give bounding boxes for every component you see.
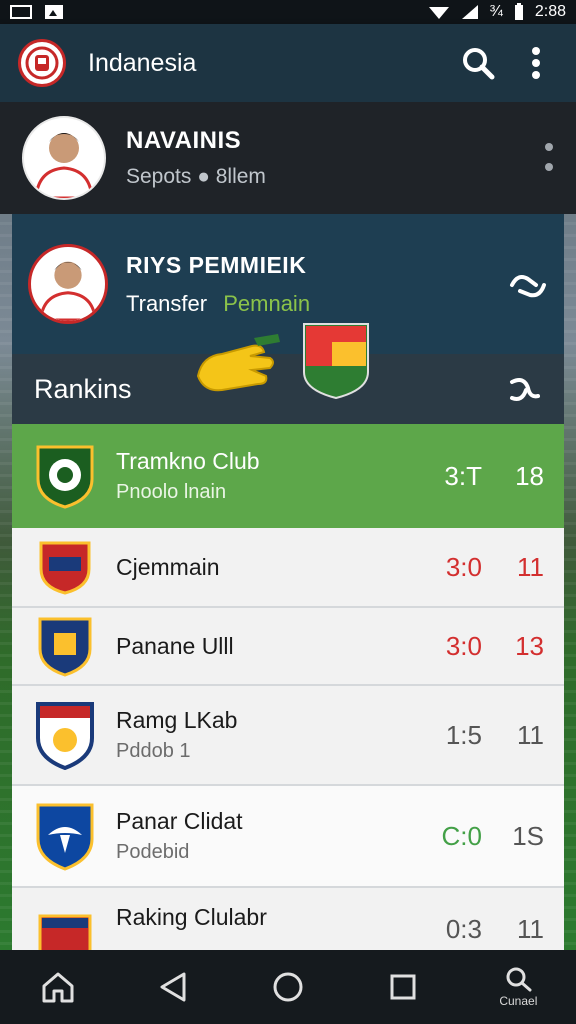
back-nav-button[interactable] xyxy=(138,957,208,1017)
recents-nav-button[interactable] xyxy=(368,957,438,1017)
profile-more-icon[interactable] xyxy=(544,141,554,175)
match-score: 3:T xyxy=(444,460,482,491)
search-button[interactable] xyxy=(456,41,500,85)
profile-name: NAVAINIS xyxy=(126,127,242,154)
home-nav-button[interactable] xyxy=(23,957,93,1017)
ranking-row[interactable]: Cjemmain 3:0 11 xyxy=(12,528,564,608)
club-points: 11 xyxy=(517,551,544,582)
club-flag-badge-icon xyxy=(303,323,369,400)
profile-avatar xyxy=(22,116,106,200)
club-points: 13 xyxy=(515,630,544,661)
club-crest-icon xyxy=(34,702,96,770)
ranking-row[interactable]: Panar Clidat Podebid C:0 1S xyxy=(12,786,564,888)
club-crest-icon xyxy=(34,615,96,677)
home-circle-icon xyxy=(273,972,303,1002)
system-nav-bar: Cunael xyxy=(0,950,576,1024)
search-icon xyxy=(463,48,495,80)
club-name: Raking Clulabr xyxy=(116,904,267,930)
app-title: Indanesia xyxy=(88,48,197,77)
ranking-row[interactable]: Ramg LKab Pddob 1 1:5 11 xyxy=(12,686,564,786)
ranking-row[interactable]: Tramkno Club Pnoolo lnain 3:T 18 xyxy=(12,424,564,528)
media-notification-icon xyxy=(45,5,63,19)
club-subtitle: Podebid xyxy=(116,841,190,863)
club-name: Tramkno Club xyxy=(116,448,260,474)
home-icon xyxy=(42,972,74,1003)
transfer-player-avatar xyxy=(28,244,108,324)
club-name: Cjemmain xyxy=(116,553,220,580)
rankings-list: Tramkno Club Pnoolo lnain 3:T 18 Cjemmai… xyxy=(12,424,564,958)
image-notification-icon xyxy=(10,5,32,19)
search-user-icon xyxy=(506,967,532,992)
clock: 2:88 xyxy=(534,3,566,20)
match-score: 1:5 xyxy=(445,719,482,750)
overflow-menu-button[interactable] xyxy=(514,41,558,85)
transfer-card[interactable]: RIYS PEMMIEIK Transfer Pemnain xyxy=(12,214,564,354)
club-name: Panar Clidat xyxy=(116,808,243,834)
signal-icon xyxy=(461,5,478,19)
app-bar: Indanesia xyxy=(0,24,576,102)
club-points: 1S xyxy=(512,820,544,851)
profile-card[interactable]: NAVAINIS Sepots ● 8llem xyxy=(0,102,576,214)
rankings-header: Rankins xyxy=(12,323,564,424)
club-crest-icon xyxy=(34,536,96,598)
transfer-heading: RIYS PEMMIEIK xyxy=(126,251,307,278)
club-name: Ramg LKab xyxy=(116,707,238,733)
cancel-nav-button[interactable]: Cunael xyxy=(483,957,553,1017)
battery-icon xyxy=(514,3,523,20)
match-score: 0:3 xyxy=(445,914,482,944)
ranking-row[interactable]: Panane Ulll 3:0 13 xyxy=(12,608,564,686)
rankings-title: Rankins xyxy=(34,373,132,404)
match-score: 3:0 xyxy=(445,551,482,582)
match-score: C:0 xyxy=(441,820,482,851)
back-triangle-icon xyxy=(160,972,186,1002)
club-crest-icon xyxy=(34,445,96,509)
club-points: 11 xyxy=(517,914,544,944)
profile-subtitle: Sepots ● 8llem xyxy=(126,165,266,188)
club-name: Panane Ulll xyxy=(116,632,234,659)
club-crest-icon xyxy=(34,803,96,871)
club-points: 18 xyxy=(515,460,544,491)
club-subtitle: Pddob 1 xyxy=(116,740,191,762)
link-icon[interactable] xyxy=(508,267,548,301)
cancel-label: Cunael xyxy=(499,994,538,1008)
signal-text: ¾ xyxy=(489,3,503,20)
pointing-hand-icon xyxy=(196,334,280,392)
club-subtitle: Pnoolo lnain xyxy=(116,481,227,503)
match-score: 3:0 xyxy=(445,630,482,661)
filter-link-icon[interactable] xyxy=(508,374,542,404)
more-vert-icon xyxy=(532,47,540,79)
ranking-row[interactable]: Raking Clulabr 0:3 11 xyxy=(12,888,564,958)
club-points: 11 xyxy=(517,719,544,750)
recents-square-icon xyxy=(390,974,416,1000)
status-bar: ¾ 2:88 xyxy=(0,0,576,24)
home-circle-nav-button[interactable] xyxy=(253,957,323,1017)
app-logo-icon[interactable] xyxy=(18,39,66,87)
transfer-label: Transfer xyxy=(126,290,208,316)
transfer-highlight: Pemnain xyxy=(223,290,311,316)
wifi-icon xyxy=(428,7,449,19)
